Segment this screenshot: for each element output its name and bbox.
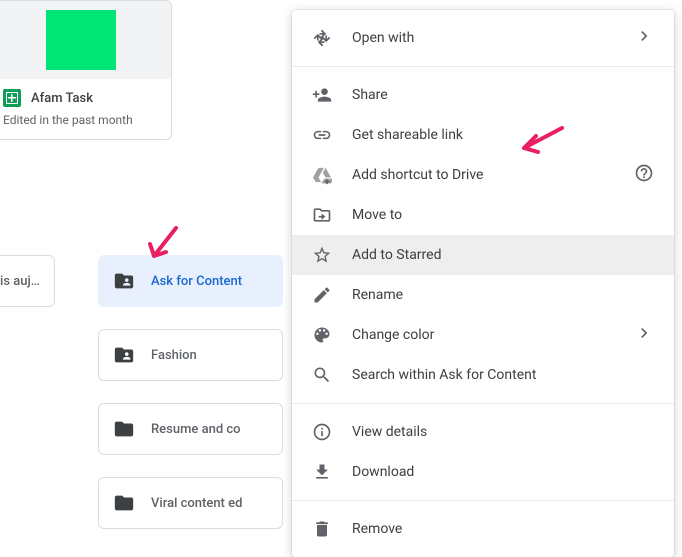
folder-card-fashion[interactable]: Fashion xyxy=(98,329,283,381)
separator xyxy=(292,403,674,404)
folder-shared-icon xyxy=(113,344,135,366)
folder-card-viral[interactable]: Viral content ed xyxy=(98,477,283,529)
folder-icon xyxy=(113,418,135,440)
sheets-icon xyxy=(3,89,21,107)
folder-name: Resume and co xyxy=(151,422,241,437)
menu-change-color[interactable]: Change color xyxy=(292,315,674,355)
menu-label: Remove xyxy=(352,521,654,537)
rename-icon xyxy=(312,285,332,305)
sheet-thumb-icon xyxy=(46,10,116,70)
menu-label: Open with xyxy=(352,30,614,46)
share-icon xyxy=(312,85,332,105)
menu-label: Add to Starred xyxy=(352,247,654,263)
menu-view-details[interactable]: View details xyxy=(292,412,674,452)
separator xyxy=(292,500,674,501)
file-subtitle: Edited in the past month xyxy=(3,113,159,127)
menu-label: Get shareable link xyxy=(352,127,654,143)
menu-remove[interactable]: Remove xyxy=(292,509,674,549)
menu-label: Add shortcut to Drive xyxy=(352,167,614,183)
move-to-icon xyxy=(312,205,332,225)
menu-label: Move to xyxy=(352,207,654,223)
star-icon xyxy=(312,245,332,265)
folder-name: Viral content ed xyxy=(151,496,242,511)
context-menu: Open with Share Get shareable link Add s… xyxy=(292,10,674,557)
menu-add-starred[interactable]: Add to Starred xyxy=(292,235,674,275)
drive-shortcut-icon xyxy=(312,165,332,185)
info-icon xyxy=(312,422,332,442)
file-card[interactable]: Afam Task Edited in the past month xyxy=(0,0,172,140)
menu-label: Search within Ask for Content xyxy=(352,367,654,383)
menu-rename[interactable]: Rename xyxy=(292,275,674,315)
file-title: Afam Task xyxy=(31,91,93,106)
menu-add-shortcut[interactable]: Add shortcut to Drive xyxy=(292,155,674,195)
search-icon xyxy=(312,365,332,385)
trash-icon xyxy=(312,519,332,539)
separator xyxy=(292,66,674,67)
folder-shared-icon xyxy=(113,270,135,292)
menu-get-link[interactable]: Get shareable link xyxy=(292,115,674,155)
folder-card[interactable]: is auj… xyxy=(0,255,55,307)
menu-download[interactable]: Download xyxy=(292,452,674,492)
folder-name: is auj… xyxy=(0,274,40,289)
download-icon xyxy=(312,462,332,482)
menu-search-within[interactable]: Search within Ask for Content xyxy=(292,355,674,395)
menu-label: Download xyxy=(352,464,654,480)
link-icon xyxy=(312,125,332,145)
annotation-arrow-icon xyxy=(510,122,566,156)
folder-icon xyxy=(113,492,135,514)
menu-label: Share xyxy=(352,87,654,103)
menu-share[interactable]: Share xyxy=(292,75,674,115)
menu-open-with[interactable]: Open with xyxy=(292,18,674,58)
folder-card-ask-for-content[interactable]: Ask for Content xyxy=(98,255,283,307)
folder-name: Fashion xyxy=(151,348,197,363)
menu-label: Rename xyxy=(352,287,654,303)
menu-label: View details xyxy=(352,424,654,440)
folder-card-resume[interactable]: Resume and co xyxy=(98,403,283,455)
menu-move-to[interactable]: Move to xyxy=(292,195,674,235)
help-icon[interactable] xyxy=(634,163,654,187)
palette-icon xyxy=(312,325,332,345)
open-with-icon xyxy=(312,28,332,48)
chevron-right-icon xyxy=(634,26,654,50)
folder-name: Ask for Content xyxy=(151,274,242,289)
chevron-right-icon xyxy=(634,323,654,347)
annotation-arrow-icon xyxy=(136,222,182,268)
menu-label: Change color xyxy=(352,327,614,343)
